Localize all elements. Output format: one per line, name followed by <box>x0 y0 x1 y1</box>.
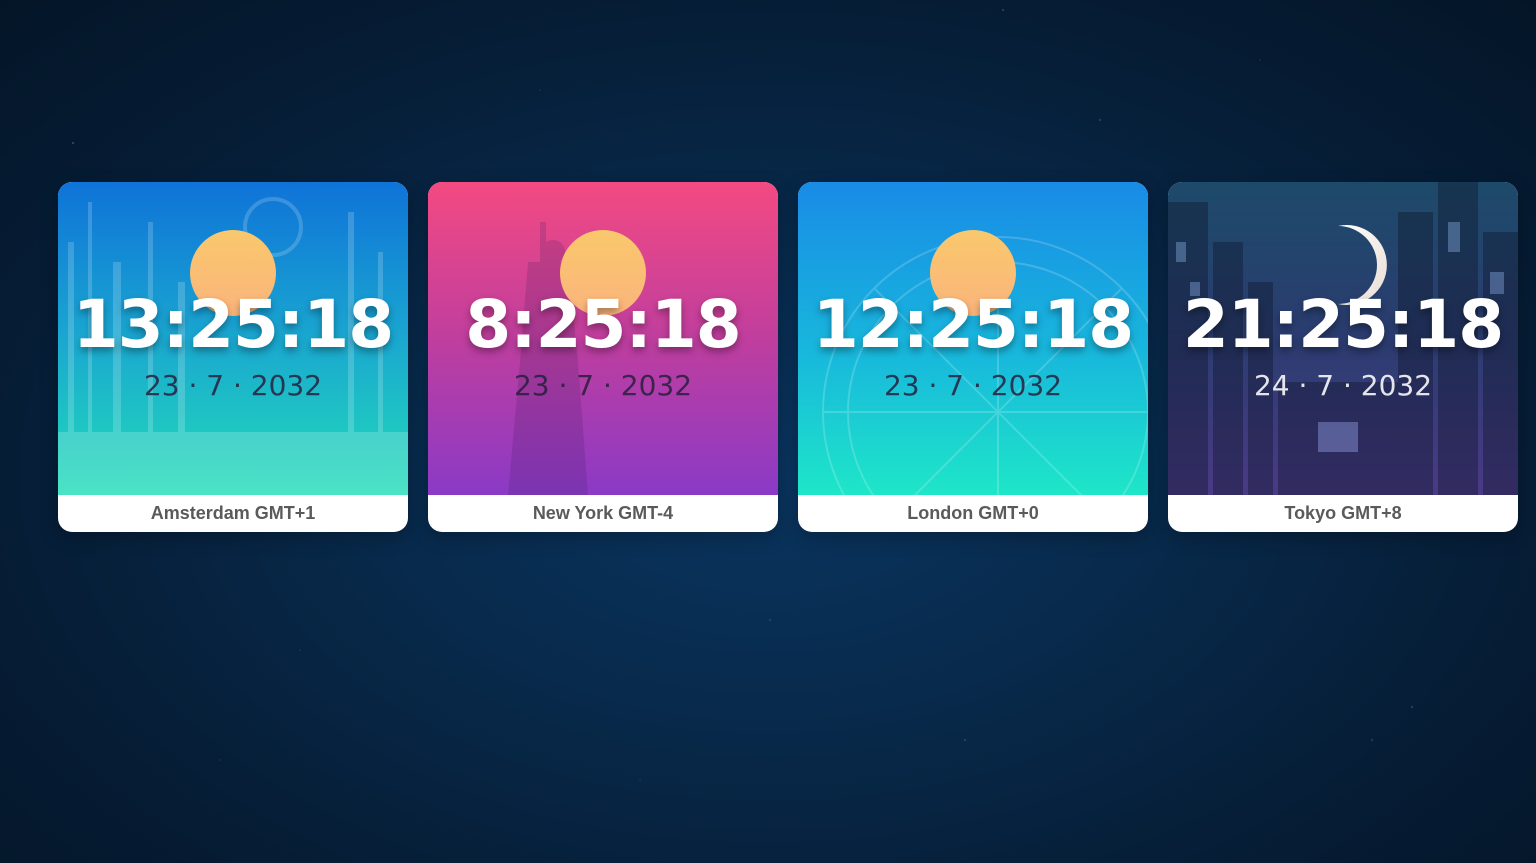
clock-time: 13:25:18 <box>72 286 394 363</box>
clock-card-amsterdam[interactable]: 13:25:18 23 · 7 · 2032 Amsterdam GMT+1 <box>58 182 408 532</box>
city-timezone-label: Tokyo GMT+8 <box>1284 503 1402 523</box>
city-scene-amsterdam: 13:25:18 23 · 7 · 2032 <box>58 182 408 495</box>
clock-time: 21:25:18 <box>1182 286 1504 363</box>
clock-time: 12:25:18 <box>812 286 1134 363</box>
clock-card-new-york[interactable]: 8:25:18 23 · 7 · 2032 New York GMT-4 <box>428 182 778 532</box>
city-timezone-label: Amsterdam GMT+1 <box>150 503 316 523</box>
city-scene-london: 12:25:18 23 · 7 · 2032 <box>798 182 1148 495</box>
city-scene-new-york: 8:25:18 23 · 7 · 2032 <box>428 182 778 495</box>
clock-date: 23 · 7 · 2032 <box>143 369 323 402</box>
clock-date: 23 · 7 · 2032 <box>883 369 1063 402</box>
clock-date: 23 · 7 · 2032 <box>513 369 693 402</box>
clock-time: 8:25:18 <box>465 286 741 363</box>
city-timezone-label: New York GMT-4 <box>532 503 674 523</box>
clock-date: 24 · 7 · 2032 <box>1253 369 1433 402</box>
city-timezone-label: London GMT+0 <box>907 503 1039 523</box>
city-scene-tokyo: 21:25:18 24 · 7 · 2032 <box>1168 182 1518 495</box>
world-clock-cards: 13:25:18 23 · 7 · 2032 Amsterdam GMT+1 8… <box>58 182 1518 532</box>
clock-card-london[interactable]: 12:25:18 23 · 7 · 2032 London GMT+0 <box>798 182 1148 532</box>
clock-card-tokyo[interactable]: 21:25:18 24 · 7 · 2032 Tokyo GMT+8 <box>1168 182 1518 532</box>
